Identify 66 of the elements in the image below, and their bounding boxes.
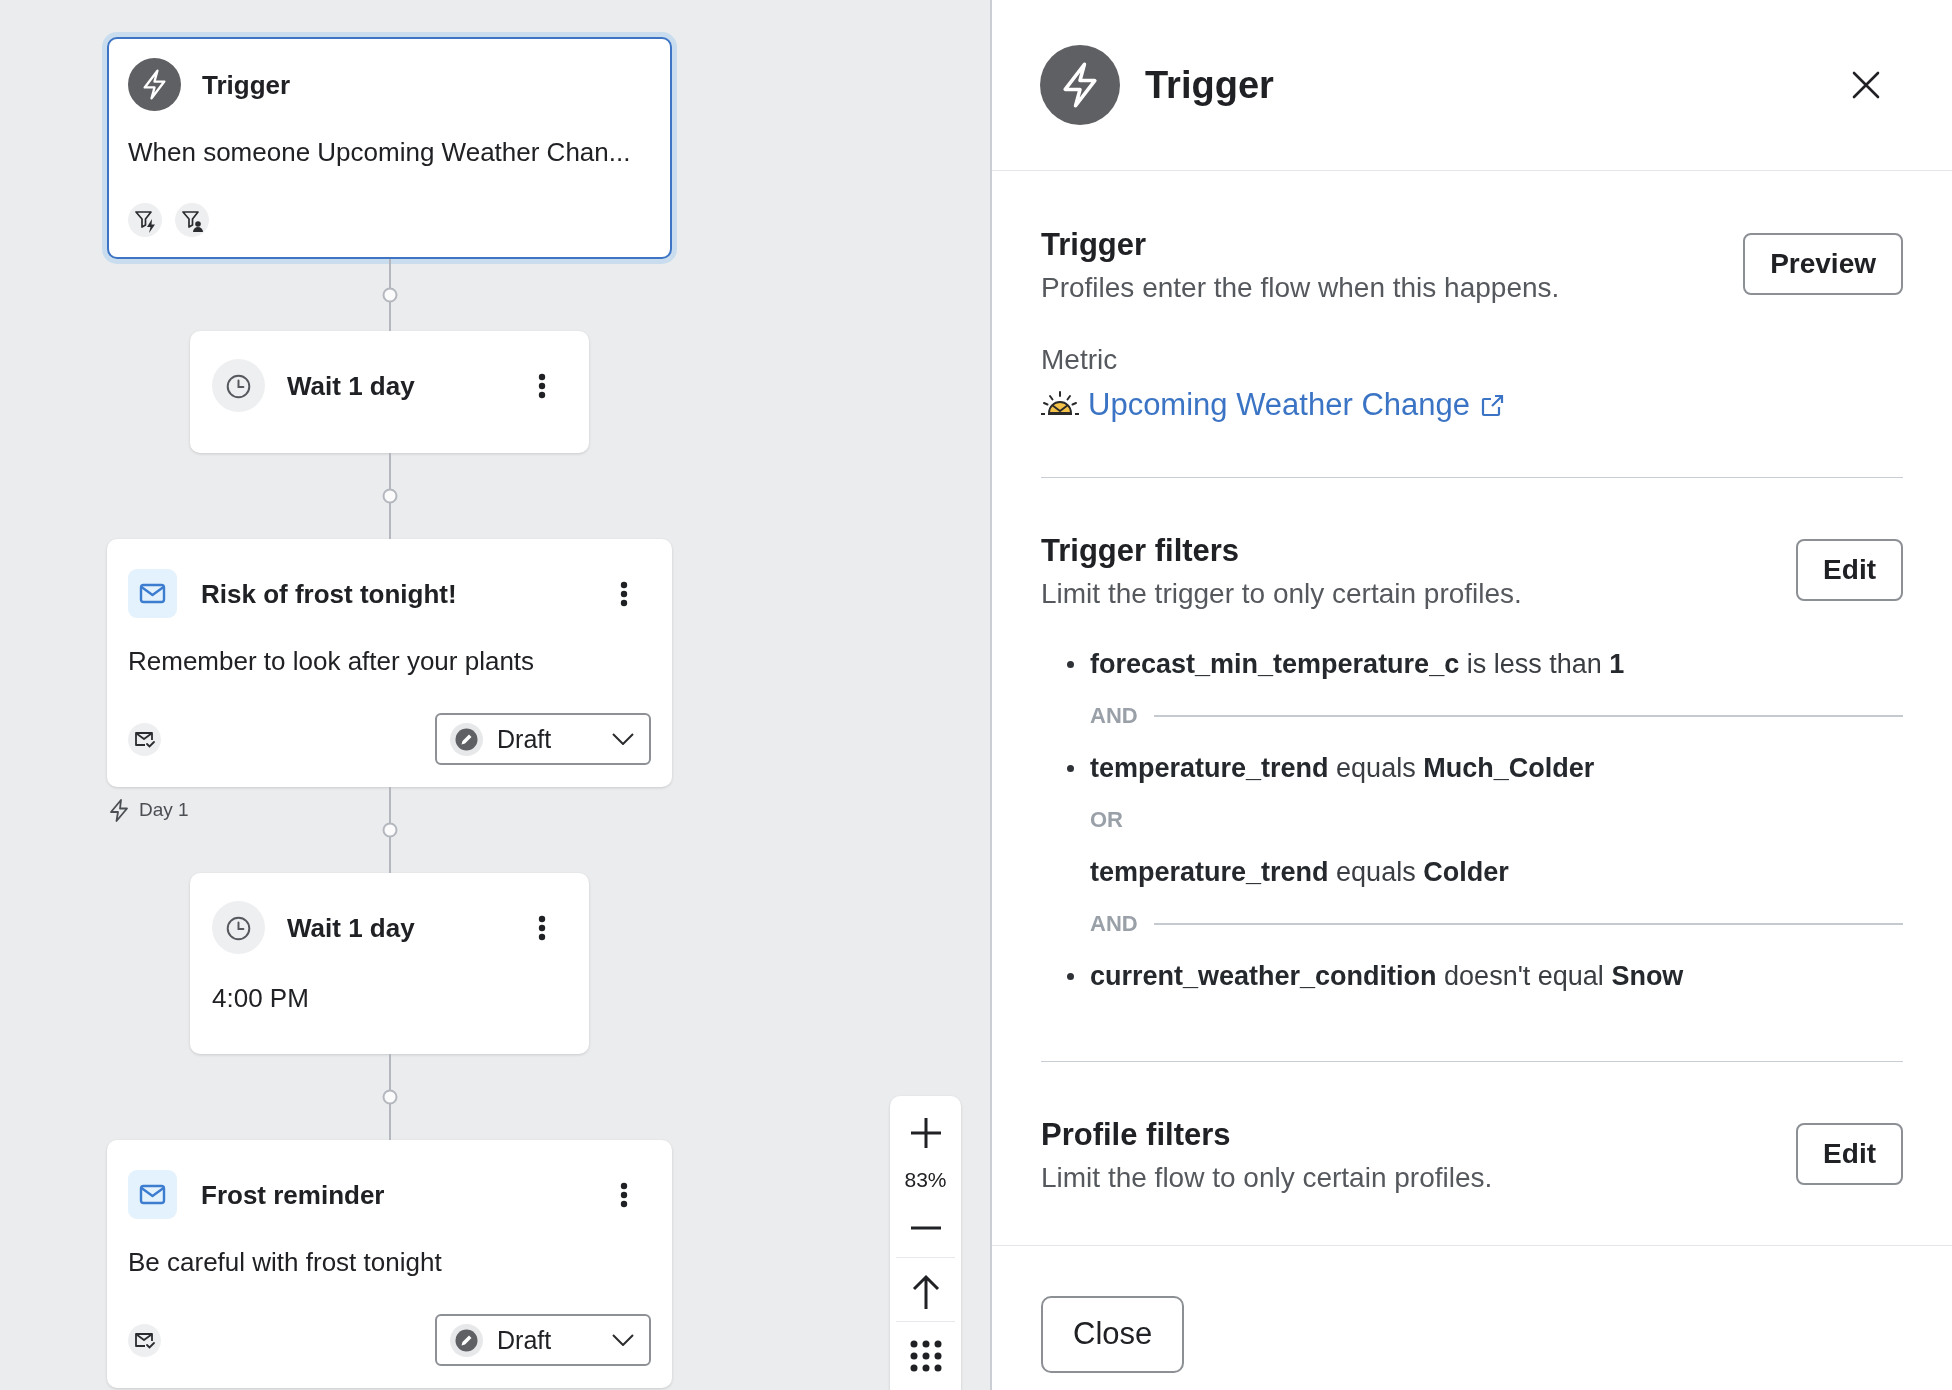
node-text: 4:00 PM (212, 983, 310, 1013)
more-vertical-icon[interactable] (620, 1181, 628, 1208)
more-vertical-icon[interactable] (538, 914, 546, 941)
zoom-level: 83% (904, 1168, 947, 1192)
close-icon[interactable] (1852, 71, 1880, 99)
clock-icon (212, 359, 265, 412)
chevron-down-icon (612, 1334, 634, 1346)
close-button[interactable]: Close (1041, 1296, 1185, 1373)
operator-label: AND (1090, 911, 1138, 937)
panel-title: Trigger (1145, 63, 1274, 108)
envelope-check-icon (128, 1323, 161, 1357)
chevron-down-icon (612, 733, 634, 745)
minus-icon[interactable] (909, 1226, 942, 1230)
preview-button[interactable]: Preview (1743, 233, 1903, 295)
node-title: Wait 1 day (287, 369, 416, 402)
external-link-icon (1480, 392, 1505, 418)
bullet-icon (1067, 972, 1074, 980)
wait-card[interactable]: Wait 1 day 4:00 PM (190, 873, 589, 1054)
edit-button[interactable]: Edit (1796, 1123, 1903, 1185)
node-title: Risk of frost tonight! (201, 577, 458, 610)
dot-grid-icon[interactable] (909, 1340, 942, 1372)
wait-card[interactable]: Wait 1 day (190, 331, 589, 453)
status-dropdown[interactable]: Draft (435, 1314, 651, 1366)
condition-text: temperature_trend equals Colder (1090, 856, 1509, 889)
condition-text: forecast_min_temperature_c is less than 1 (1090, 648, 1625, 681)
node-title: Wait 1 day (287, 911, 416, 944)
status-dropdown[interactable]: Draft (435, 713, 651, 765)
lightning-icon (109, 798, 129, 822)
section-description: Profiles enter the flow when this happens. (1041, 271, 1560, 305)
more-vertical-icon[interactable] (620, 580, 628, 607)
section-description: Limit the trigger to only certain profiles. (1041, 577, 1522, 611)
lightning-icon (1040, 45, 1120, 125)
email-card[interactable]: Frost reminder Be careful with frost tonight Draft (107, 1140, 672, 1388)
bullet-icon (1067, 660, 1074, 668)
bullet-icon (1067, 764, 1074, 772)
day-label: Day 1 (139, 798, 189, 822)
operator-label: OR (1090, 807, 1123, 833)
lightning-icon (128, 58, 181, 111)
pencil-icon (450, 722, 483, 756)
email-card[interactable]: Risk of frost tonight! Remember to look after your plants Draft (107, 539, 672, 787)
envelope-icon (128, 569, 177, 618)
node-text: Be careful with frost tonight (128, 1246, 443, 1279)
edit-button[interactable]: Edit (1796, 539, 1903, 601)
section-title: Trigger filters (1041, 532, 1241, 570)
node-title: Trigger (202, 68, 291, 101)
arrow-up-icon[interactable] (910, 1274, 941, 1310)
funnel-lightning-icon[interactable] (128, 203, 162, 237)
envelope-check-icon (128, 722, 161, 756)
node-text: When someone Upcoming Weather Chan... (128, 136, 632, 169)
plus-icon[interactable] (909, 1117, 942, 1149)
metric-label: Metric (1041, 343, 1119, 377)
condition-text: temperature_trend equals Much_Colder (1090, 752, 1595, 785)
envelope-icon (128, 1170, 177, 1219)
metric-link[interactable]: Upcoming Weather Change (1088, 385, 1505, 425)
section-title: Trigger (1041, 226, 1148, 264)
condition-text: current_weather_condition doesn't equal Snow (1090, 960, 1684, 993)
funnel-person-icon[interactable] (175, 203, 209, 237)
node-text: Remember to look after your plants (128, 645, 536, 678)
clock-icon (212, 901, 265, 954)
pencil-icon (450, 1323, 483, 1357)
section-title: Profile filters (1041, 1116, 1232, 1154)
section-description: Limit the flow to only certain profiles. (1041, 1161, 1493, 1195)
operator-label: AND (1090, 703, 1138, 729)
node-title: Frost reminder (201, 1178, 386, 1211)
more-vertical-icon[interactable] (538, 372, 546, 399)
connector-line (381, 259, 398, 331)
